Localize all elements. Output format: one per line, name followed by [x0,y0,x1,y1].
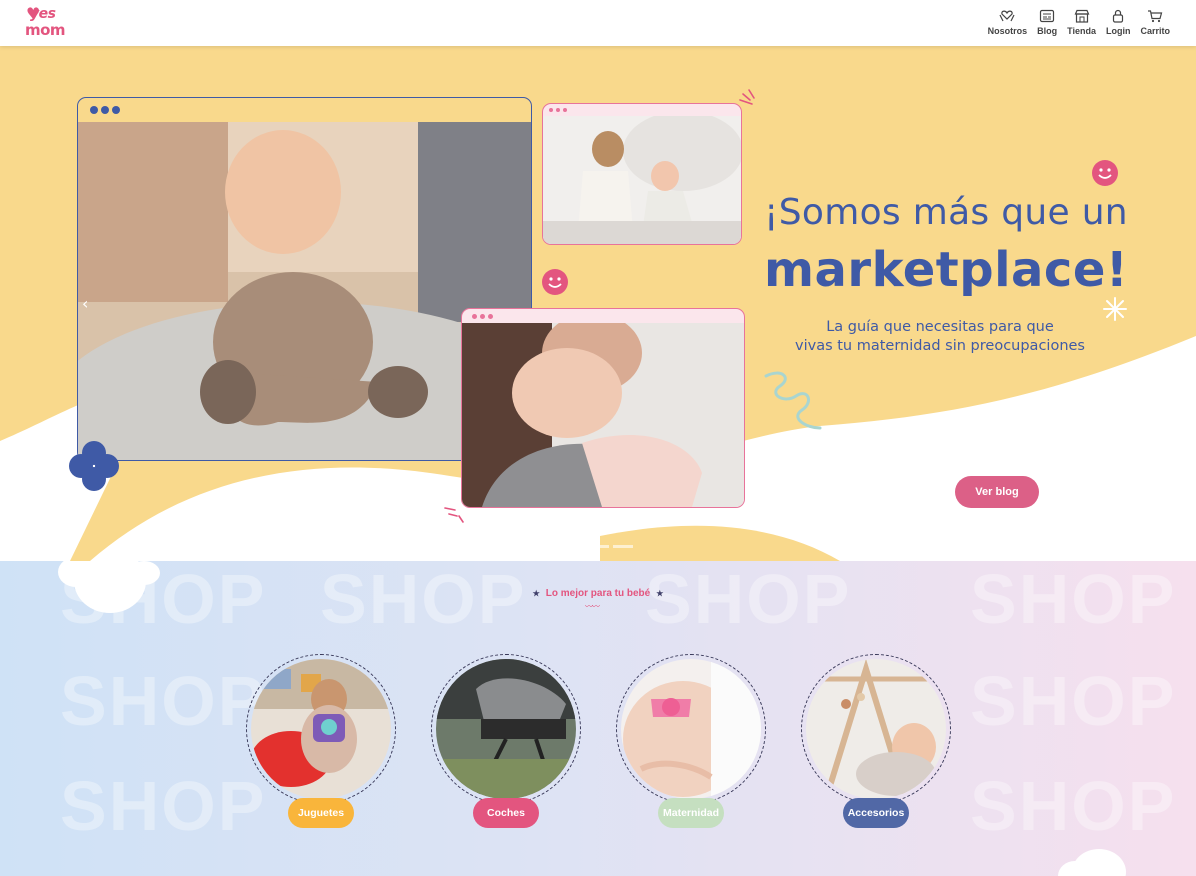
sparkle-lines-decoration [444,507,464,523]
logo-line2: mom [25,21,66,39]
squiggle-decoration [764,371,822,430]
hero-title: ¡Somos más que un [764,192,1128,233]
category-image [806,659,946,799]
shop-background-text: SHOP [970,767,1177,845]
nav-item-carrito[interactable]: Carrito [1140,8,1170,36]
nav-item-login[interactable]: Login [1105,8,1131,36]
category-coches[interactable]: Coches [431,654,583,828]
shop-background-text: SHOP [645,561,852,638]
hero-subtitle-line2: vivas tu maternidad sin preocupaciones [795,338,1085,354]
category-image [251,659,391,799]
window-dots [78,98,531,122]
category-image [436,659,576,799]
nav-label: Login [1105,26,1131,36]
flower-decoration [69,441,119,491]
smiley-icon [542,269,568,295]
categories-title-text: Lo mejor para tu bebé [545,588,651,599]
category-label-juguetes[interactable]: Juguetes [288,798,354,828]
carousel-prev-arrow[interactable]: ‹ [82,294,88,313]
category-maternidad[interactable]: Maternidad [616,654,768,828]
title-underline-squiggle: 〰〰 [585,602,600,611]
shop-background-text: SHOP [970,561,1177,638]
carousel-dot-2[interactable] [589,545,609,548]
carousel-dot-1[interactable] [565,545,585,548]
ver-blog-button[interactable]: Ver blog [955,476,1039,508]
nav-item-tienda[interactable]: Tienda [1067,8,1096,36]
category-image [621,659,761,799]
category-label-coches[interactable]: Coches [473,798,539,828]
nav-label: Tienda [1067,26,1096,36]
nav-label: Blog [1037,26,1058,36]
nav-item-blog[interactable]: Blog [1037,8,1057,36]
store-icon [1074,8,1090,24]
categories-section: SHOP SHOP SHOP SHOP SHOP SHOP SHOP SHOP … [0,561,1196,876]
logo-line1: yes [30,6,56,22]
sister-reading-photo-frame [542,103,742,245]
category-label-maternidad[interactable]: Maternidad [658,798,724,828]
nav-label: Carrito [1140,26,1170,36]
hero-subtitle-line1: La guía que necesitas para que [826,319,1054,335]
nav-label: Nosotros [987,26,1028,36]
sister-reading-photo [543,116,741,244]
hero-title-emphasis: marketplace! [764,242,1129,298]
category-juguetes[interactable]: Juguetes [246,654,398,828]
sparkle-lines-decoration [739,89,755,105]
nav-item-nosotros[interactable]: Nosotros [987,8,1028,36]
window-dots [462,309,744,323]
lock-icon [1110,8,1126,24]
shop-background-text: SHOP [970,662,1177,740]
smiley-icon [1092,160,1118,186]
star-icon: ★ [532,589,540,598]
shop-background-text: SHOP [320,561,527,638]
main-nav: Nosotros Blog Tienda Login Carrito [988,8,1170,36]
mother-baby-photo [462,323,744,507]
category-label-accesorios[interactable]: Accesorios [843,798,909,828]
hero-subtitle: La guía que necesitas para que vivas tu … [770,318,1110,356]
shop-background-text: SHOP [60,662,267,740]
category-accesorios[interactable]: Accesorios [801,654,953,828]
window-dots [543,104,741,116]
carousel-indicators [565,545,633,548]
hero-banner: ‹ ¡Somos más que un marketplace! La guía… [0,46,1196,561]
shop-background-text: SHOP [60,767,267,845]
categories-title: ★ Lo mejor para tu bebé ★ [0,588,1196,599]
site-header: ♥ yes mom Nosotros Blog Tienda Login Car… [0,0,1196,46]
newspaper-icon [1039,8,1055,24]
cloud-decoration [128,561,160,585]
hands-heart-icon [999,8,1015,24]
carousel-dot-3[interactable] [613,545,633,548]
cart-icon [1147,8,1163,24]
yesmom-logo[interactable]: ♥ yes mom [24,4,70,40]
mother-baby-photo-frame [461,308,745,508]
star-icon: ★ [656,589,664,598]
